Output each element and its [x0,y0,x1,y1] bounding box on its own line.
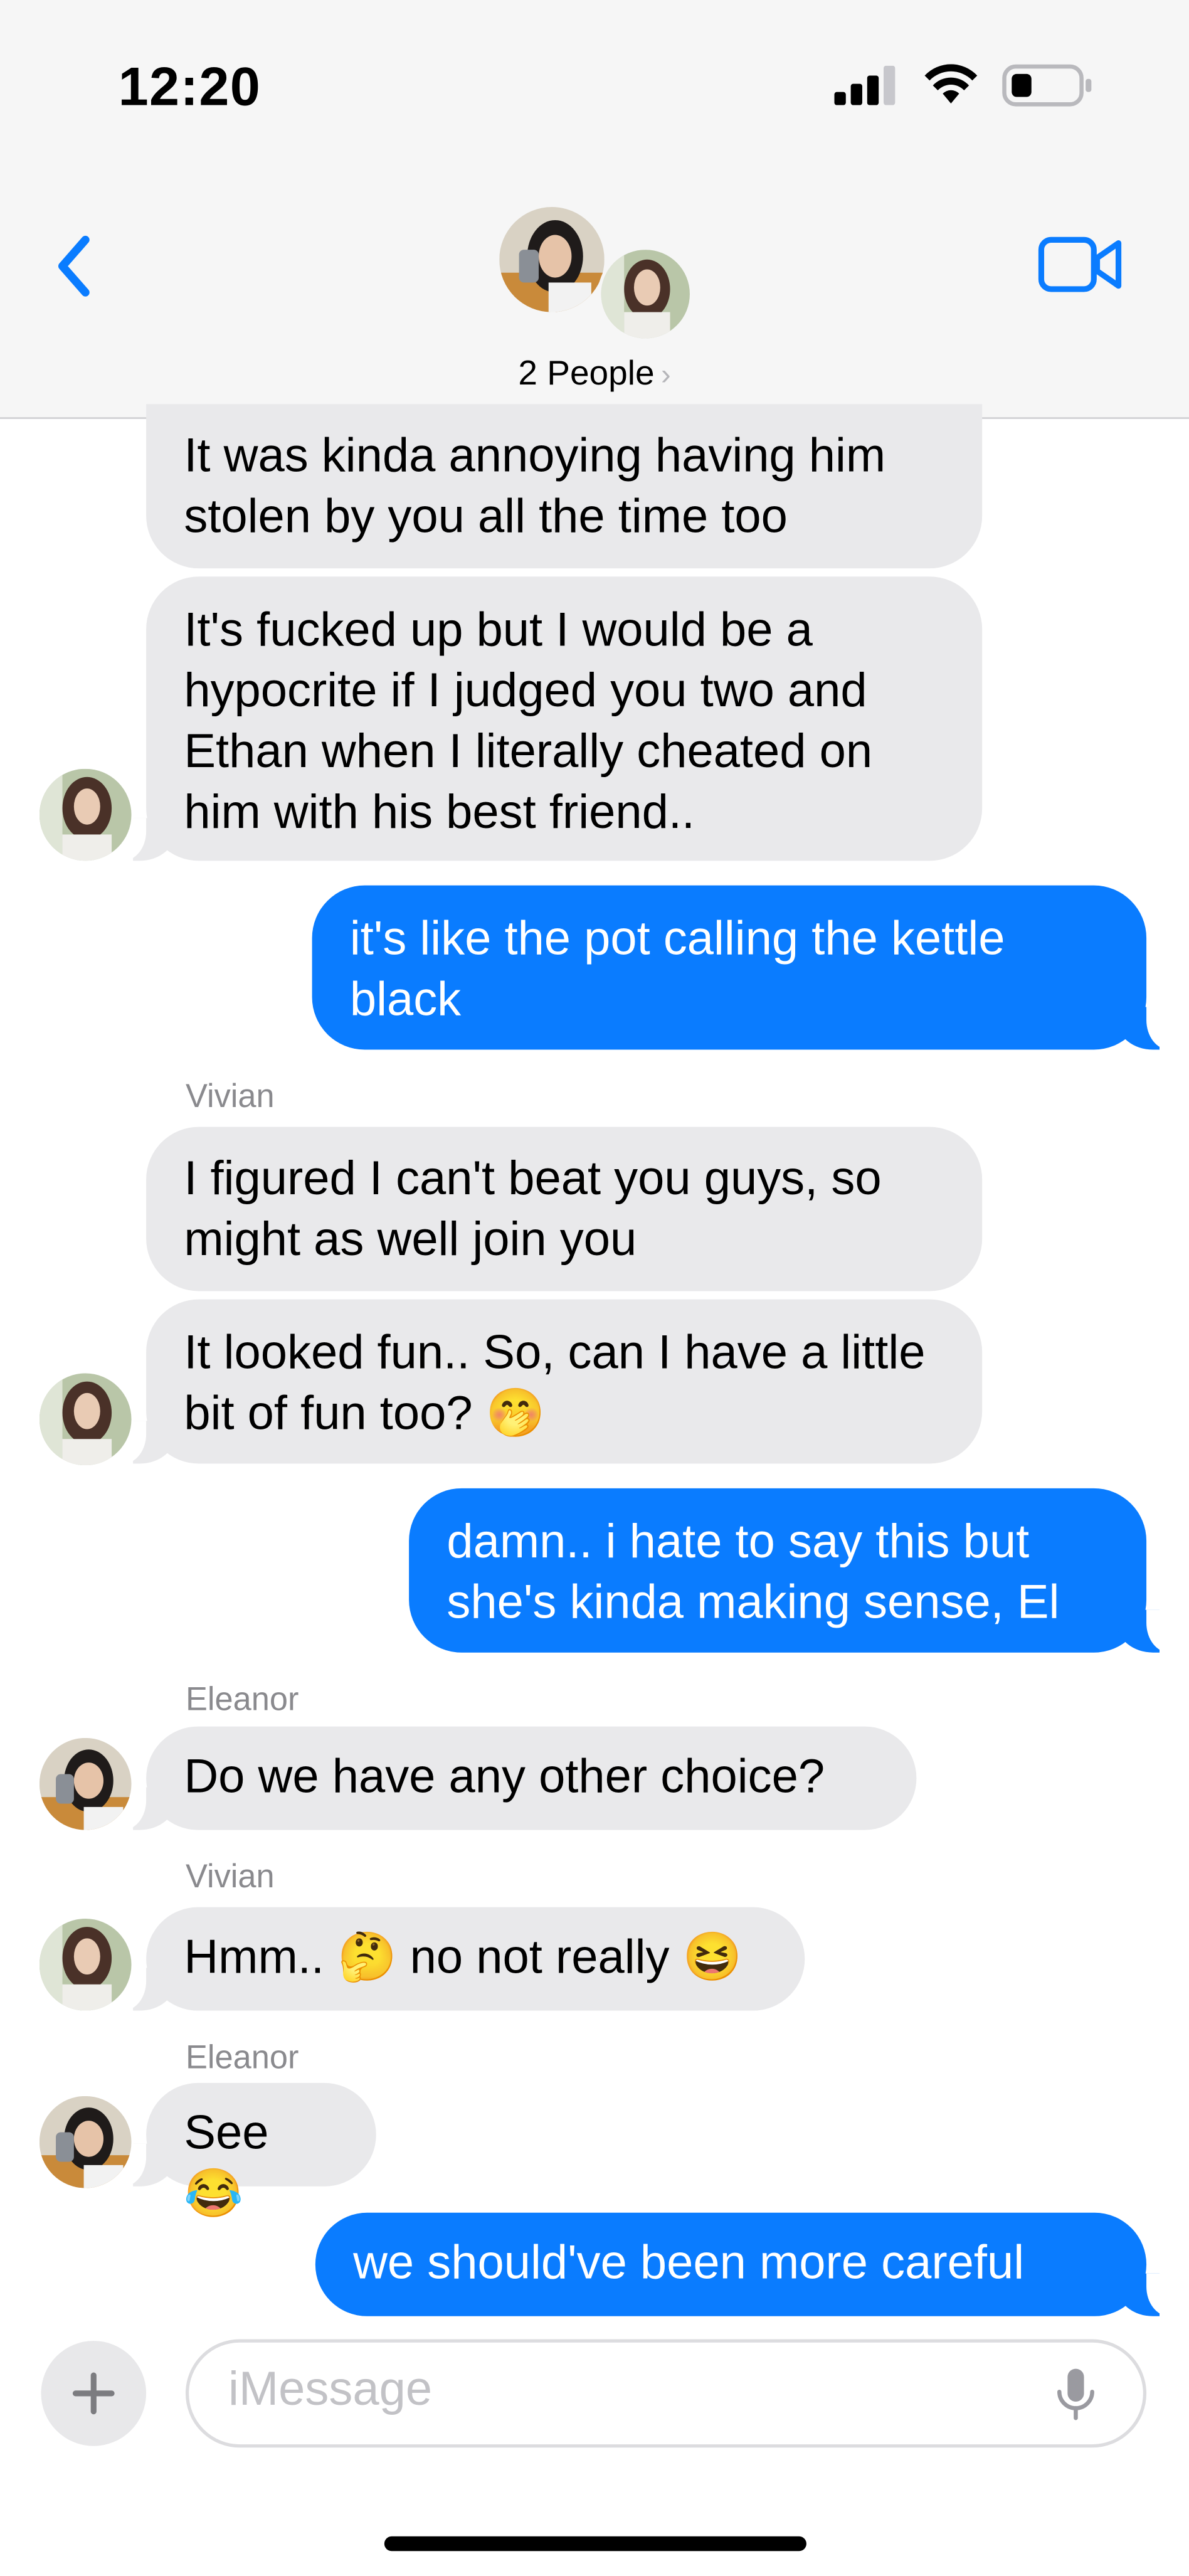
conversation-header: 12:20 2 People › [0,0,1189,419]
message-text: It looked fun.. So, can I have a little … [184,1327,926,1441]
avatar-vivian[interactable] [39,1918,132,2011]
message-bubble-received[interactable]: Do we have any other choice? [116,1726,917,1830]
message-text: It's fucked up but I would be a hypocrit… [184,604,873,840]
sender-name: Eleanor [185,2040,299,2077]
chevron-right-icon: › [661,358,671,391]
message-bubble-sent[interactable]: it's like the pot calling the kettle bla… [312,885,1176,1050]
sender-name: Vivian [185,1859,275,1896]
back-chevron-icon[interactable] [46,230,105,302]
message-bubble-sent[interactable]: damn.. i hate to say this but she's kind… [409,1488,1176,1653]
cellular-signal-icon [834,65,896,105]
message-bubble-received[interactable]: I figured I can't beat you guys, so migh… [146,1126,983,1291]
sender-name: Eleanor [185,1682,299,1719]
message-text: See 😂 [184,2107,269,2221]
message-bubble-received[interactable]: See 😂 [116,2082,376,2221]
message-text: damn.. i hate to say this but she's kind… [447,1516,1060,1630]
message-bubble-received[interactable]: It looked fun.. So, can I have a little … [116,1299,983,1464]
message-text: I figured I can't beat you guys, so migh… [184,1153,882,1267]
avatar-eleanor [495,203,608,315]
message-input-placeholder: iMessage [228,2363,433,2417]
apps-plus-button[interactable] [41,2341,147,2446]
message-bubble-received[interactable]: Hmm.. 🤔 no not really 😆 [116,1907,805,2011]
sender-name: Vivian [185,1079,275,1116]
group-avatars[interactable] [495,203,700,342]
avatar-vivian[interactable] [39,768,132,861]
message-input[interactable]: iMessage [185,2339,1147,2448]
message-text: it's like the pot calling the kettle bla… [349,913,1005,1027]
avatar-eleanor[interactable] [39,2096,132,2188]
message-bubble-sent[interactable]: we should've been more careful [315,2212,1176,2316]
plus-icon [72,2372,115,2415]
message-text: we should've been more careful [353,2237,1025,2290]
message-bubble-received[interactable]: It was kinda annoying having him stolen … [146,404,983,569]
status-icons [834,63,1094,109]
message-text: It was kinda annoying having him stolen … [184,430,886,544]
group-name-label: 2 People [518,354,655,393]
wifi-icon [924,64,978,103]
conversation-title[interactable]: 2 People › [0,355,1189,395]
message-text: Hmm.. 🤔 no not really 😆 [184,1931,742,1985]
home-indicator[interactable] [384,2536,806,2552]
status-time: 12:20 [118,56,262,117]
avatar-eleanor[interactable] [39,1737,132,1830]
microphone-icon[interactable] [1054,2365,1097,2424]
avatar-vivian [598,246,694,342]
message-text: Do we have any other choice? [184,1751,825,1804]
video-camera-icon[interactable] [1038,235,1123,294]
avatar-vivian[interactable] [39,1373,132,1466]
battery-icon [1002,64,1092,107]
message-bubble-received[interactable]: It's fucked up but I would be a hypocrit… [116,576,983,861]
imessage-screen: 12:20 2 People › It was kinda annoying h… [0,0,1189,2576]
